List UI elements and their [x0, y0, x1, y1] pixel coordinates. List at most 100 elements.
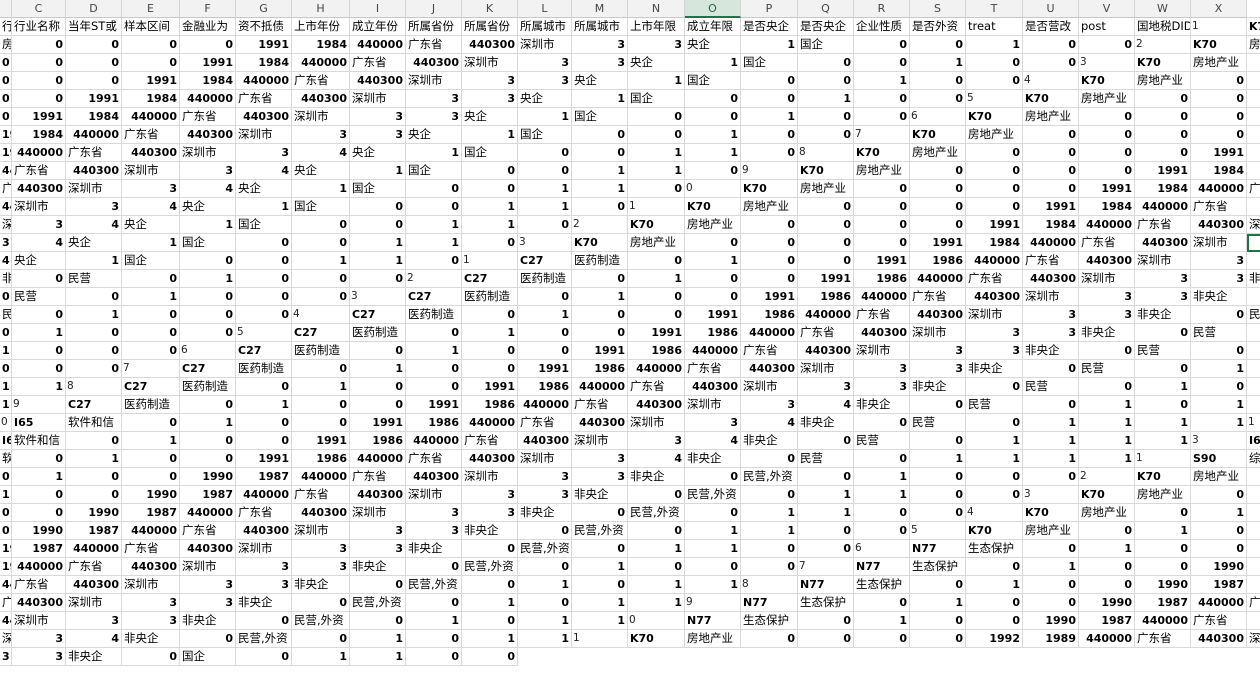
table-cell[interactable]: 深圳市 [1079, 270, 1135, 288]
table-cell[interactable]: 0 [685, 558, 741, 576]
table-cell[interactable]: 1984 [12, 126, 66, 144]
table-cell[interactable]: 0 [1023, 360, 1079, 378]
table-cell[interactable]: 0 [854, 108, 910, 126]
table-cell[interactable]: 1987 [1135, 594, 1191, 612]
table-cell[interactable]: 0 [854, 180, 910, 198]
table-cell[interactable]: 1 [1135, 378, 1191, 396]
table-cell[interactable]: 440300 [1247, 612, 1260, 630]
table-cell[interactable]: 1991 [122, 72, 180, 90]
table-cell[interactable]: 深圳市 [292, 108, 350, 126]
table-cell[interactable]: 440000 [1023, 234, 1079, 252]
table-cell[interactable]: 0 [685, 162, 741, 180]
table-cell[interactable]: 0 [12, 72, 66, 90]
row-header[interactable]: 5 [966, 90, 1023, 108]
table-cell[interactable]: 3 [572, 450, 628, 468]
table-cell[interactable]: 0 [122, 306, 180, 324]
table-cell[interactable]: 1 [854, 612, 910, 630]
table-cell[interactable]: 央企 [12, 252, 66, 270]
table-cell[interactable]: 1990 [0, 540, 12, 558]
table-cell[interactable]: 民营,外资 [236, 630, 292, 648]
table-cell[interactable]: 0 [122, 270, 180, 288]
table-cell[interactable]: 0 [12, 504, 66, 522]
table-cell[interactable]: 440000 [1247, 576, 1260, 594]
table-cell[interactable]: 0 [1247, 468, 1260, 486]
table-cell[interactable]: 0 [236, 414, 292, 432]
table-cell[interactable]: 1 [0, 342, 12, 360]
table-cell[interactable]: 0 [350, 576, 406, 594]
table-cell[interactable]: 0 [66, 342, 122, 360]
table-cell[interactable]: K70 [1079, 72, 1135, 90]
table-cell[interactable]: 1 [1247, 378, 1260, 396]
table-cell[interactable]: 0 [462, 648, 518, 666]
table-cell[interactable]: 房地产业 [910, 144, 966, 162]
table-cell[interactable]: 1 [518, 576, 572, 594]
table-cell[interactable]: 0 [406, 378, 462, 396]
table-cell[interactable]: 医药制造 [350, 324, 406, 342]
table-cell[interactable]: 0 [741, 450, 798, 468]
table-cell[interactable]: 国企 [406, 162, 462, 180]
table-cell[interactable]: 1991 [518, 360, 572, 378]
table-cell[interactable]: 0 [66, 288, 122, 306]
table-cell[interactable]: 4 [180, 180, 236, 198]
table-cell[interactable]: 1 [1191, 396, 1247, 414]
table-cell[interactable]: 1 [122, 432, 180, 450]
table-cell[interactable]: 国企 [180, 648, 236, 666]
table-cell[interactable]: 0 [292, 594, 350, 612]
table-cell[interactable]: 0 [406, 198, 462, 216]
table-cell[interactable]: 1 [1191, 360, 1247, 378]
table-cell[interactable]: 0 [1135, 324, 1191, 342]
table-cell[interactable]: 1 [572, 558, 628, 576]
table-cell[interactable]: 0 [741, 90, 798, 108]
table-cell[interactable]: 3 [350, 126, 406, 144]
table-cell[interactable]: 0 [798, 630, 854, 648]
table-cell[interactable]: 0 [350, 342, 406, 360]
column-header-o[interactable]: O [685, 0, 741, 18]
table-cell[interactable]: 0 [910, 72, 966, 90]
table-cell[interactable]: 0 [66, 72, 122, 90]
table-cell[interactable]: 3 [1247, 234, 1260, 252]
table-cell[interactable]: 0 [406, 648, 462, 666]
table-cell[interactable]: 440300 [292, 90, 350, 108]
table-cell[interactable]: 0 [1247, 90, 1260, 108]
table-cell[interactable]: 房地产业 [1191, 468, 1247, 486]
table-cell[interactable]: 1 [1023, 450, 1079, 468]
table-cell[interactable]: 0 [572, 576, 628, 594]
table-cell[interactable]: 广东省 [462, 432, 518, 450]
table-cell[interactable]: 房地产业 [741, 198, 798, 216]
table-cell[interactable]: 1991 [1079, 180, 1135, 198]
table-cell[interactable]: 房地产业 [798, 180, 854, 198]
table-cell[interactable]: 0 [854, 450, 910, 468]
table-cell[interactable]: 440000 [66, 126, 122, 144]
table-cell[interactable]: 3 [1135, 270, 1191, 288]
table-cell[interactable]: 1984 [1135, 180, 1191, 198]
table-cell[interactable]: 非央企 [350, 558, 406, 576]
table-cell[interactable]: 0 [1247, 360, 1260, 378]
table-cell[interactable]: 1 [66, 306, 122, 324]
table-cell[interactable]: 1991 [1247, 126, 1260, 144]
table-cell[interactable]: 1991 [854, 252, 910, 270]
table-cell[interactable]: 国企 [741, 54, 798, 72]
table-cell[interactable]: 0 [910, 216, 966, 234]
table-cell[interactable]: 440000 [1191, 594, 1247, 612]
table-cell[interactable]: 0 [1135, 108, 1191, 126]
table-cell[interactable]: N77 [798, 576, 854, 594]
table-cell[interactable]: 房地产业 [966, 126, 1023, 144]
table-cell[interactable]: 0 [1247, 108, 1260, 126]
table-cell[interactable]: 0 [741, 630, 798, 648]
table-cell[interactable]: 非央企 [1191, 288, 1247, 306]
table-cell[interactable]: 深圳市 [12, 198, 66, 216]
table-cell[interactable]: 0 [180, 630, 236, 648]
table-cell[interactable]: 1 [518, 198, 572, 216]
table-cell[interactable]: 0 [966, 198, 1023, 216]
column-header-h[interactable]: H [292, 0, 350, 18]
table-cell[interactable]: 1991 [180, 54, 236, 72]
table-cell[interactable]: 广东省 [292, 72, 350, 90]
table-cell[interactable]: 1 [628, 576, 685, 594]
table-cell[interactable]: 0 [628, 126, 685, 144]
table-cell[interactable]: 0 [1135, 126, 1191, 144]
row-header[interactable]: 1 [628, 198, 685, 216]
table-cell[interactable]: 3 [12, 216, 66, 234]
table-cell[interactable]: 1987 [1191, 576, 1247, 594]
table-cell[interactable]: 0 [1135, 540, 1191, 558]
table-cell[interactable]: 1 [518, 108, 572, 126]
